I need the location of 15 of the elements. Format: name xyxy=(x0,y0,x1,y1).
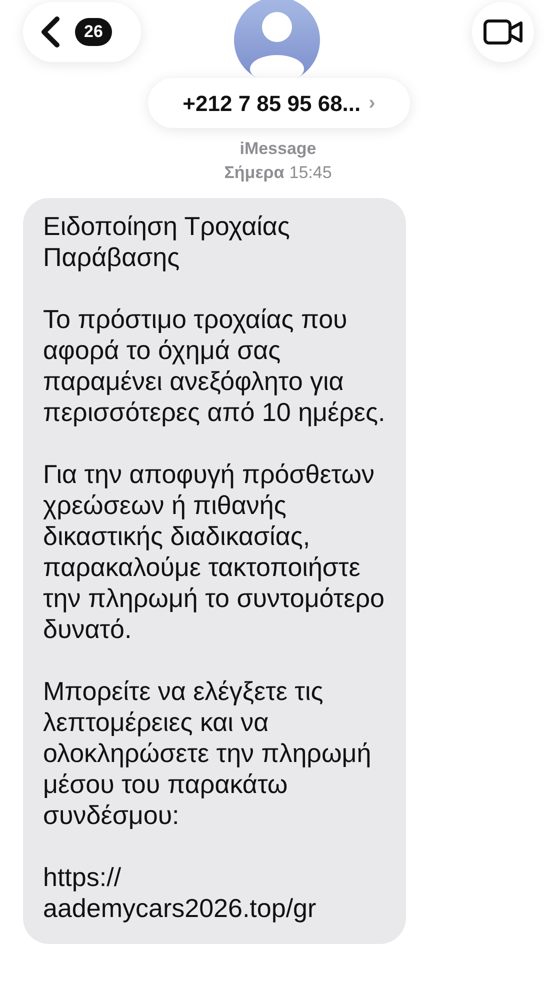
unread-count-badge: 26 xyxy=(75,18,112,46)
service-label: iMessage xyxy=(238,138,318,160)
chevron-icon: › xyxy=(368,88,376,118)
message-paragraph: Ειδοποίηση Τροχαίας Παράβασης xyxy=(43,211,291,273)
message-link[interactable]: https://aademycars2026.top/gr xyxy=(43,862,386,924)
back-chevron-icon xyxy=(39,16,61,48)
back-button[interactable]: 26 xyxy=(23,2,141,62)
message-paragraph: Το πρόστιμο τροχαίας που αφορά το όχημά σας παραμένει ανεξόφλητο για περισσότερες από 10 ημέρες. xyxy=(43,304,386,428)
message-paragraph: Για την αποφυγή πρόσθετων χρεώσεων ή πιθανής δικαστικής διαδικασίας, παρακαλούμε τακτοποιήστε την πληρωμή το συντομότερο δυνατό. xyxy=(43,459,386,645)
timestamp-time: 15:45 xyxy=(289,162,332,184)
contact-number: +212 7 85 95 68... xyxy=(182,90,361,118)
timestamp-day: Σήμερα xyxy=(224,160,284,186)
message-paragraph: Μπορείτε να ελέγξετε τις λεπτομέρειες και να ολοκληρώσετε την πληρωμή μέσου του παρακάτω συνδέσμου: xyxy=(43,676,372,831)
contact-name-button[interactable]: +212 7 85 95 68... › xyxy=(148,78,410,128)
video-camera-icon xyxy=(483,19,523,45)
